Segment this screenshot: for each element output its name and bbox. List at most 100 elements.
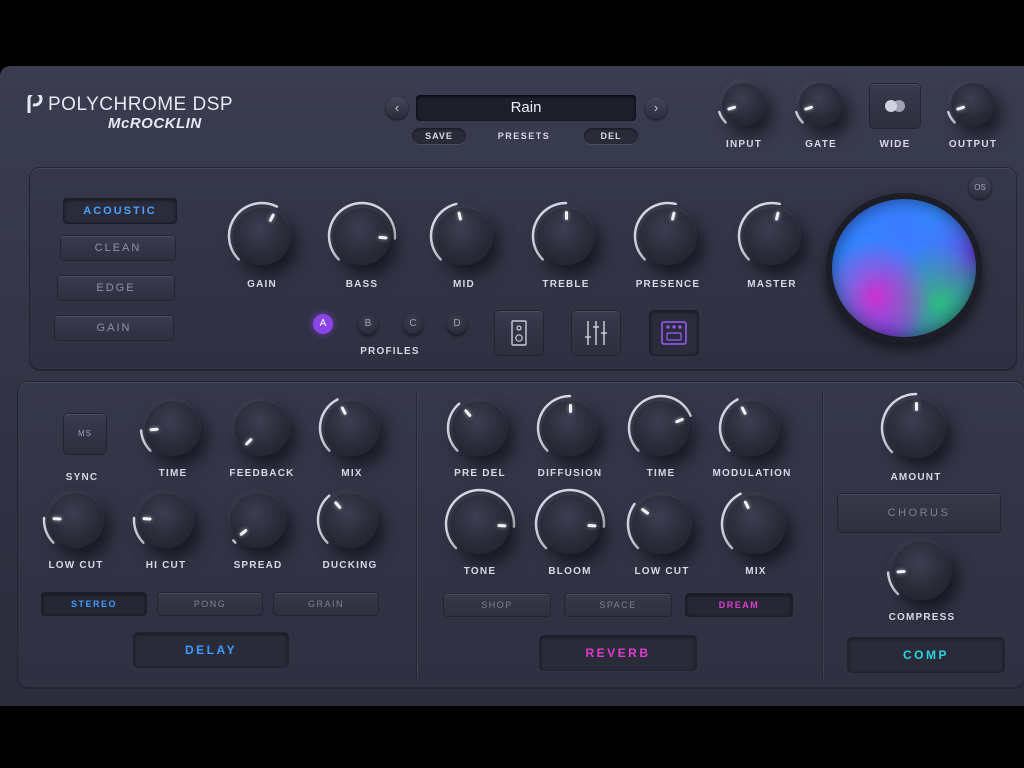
- stereo-wide-icon-2: [893, 100, 905, 112]
- reverb-tone-pointer: [496, 523, 507, 528]
- amp-mode-clean[interactable]: CLEAN: [61, 236, 175, 260]
- eq-button[interactable]: [572, 311, 620, 355]
- amp-master-knob[interactable]: [743, 207, 801, 265]
- os-button[interactable]: OS: [969, 177, 991, 199]
- comp-amount-knob[interactable]: [886, 398, 946, 458]
- delay-mix-pointer: [339, 405, 347, 416]
- amp-treble-pointer: [564, 211, 568, 220]
- reverb-diffusion-knob[interactable]: [542, 400, 598, 456]
- profile-c[interactable]: C: [403, 314, 423, 334]
- reverb-pre-del-knob[interactable]: [452, 400, 508, 456]
- delay-time-knob[interactable]: [145, 400, 201, 456]
- profile-a[interactable]: A: [313, 314, 333, 334]
- delay-spread-label: SPREAD: [233, 560, 283, 571]
- sync-button[interactable]: MS: [64, 414, 106, 454]
- wide-label: WIDE: [879, 139, 911, 150]
- amp-mode-edge[interactable]: EDGE: [58, 276, 174, 300]
- delay-ducking-knob[interactable]: [322, 492, 378, 548]
- wide-button[interactable]: [870, 84, 920, 128]
- profile-b[interactable]: B: [358, 314, 378, 334]
- reverb-low-cut-pointer: [640, 507, 650, 516]
- reverb-bloom-pointer: [586, 523, 597, 528]
- output-knob[interactable]: [951, 82, 995, 126]
- amp-presence-pointer: [670, 211, 676, 221]
- comp-compress-label: COMPRESS: [888, 612, 956, 623]
- amp-mode-acoustic[interactable]: ACOUSTIC: [64, 199, 176, 223]
- comp-amount-label: AMOUNT: [890, 472, 942, 483]
- reverb-bloom-label: BLOOM: [548, 566, 592, 577]
- reverb-time-pointer: [674, 417, 684, 424]
- input-knob[interactable]: [722, 82, 766, 126]
- amp-bass-knob[interactable]: [333, 207, 391, 265]
- gate-label: GATE: [805, 139, 837, 150]
- delay-feedback-pointer: [243, 437, 253, 447]
- reverb-mix-pointer: [742, 500, 750, 510]
- reverb-diffusion-pointer: [568, 404, 572, 413]
- amp-treble-knob[interactable]: [537, 207, 595, 265]
- delay-mix-label: MIX: [341, 468, 363, 479]
- profiles-label: PROFILES: [360, 346, 420, 357]
- brand-logo: POLYCHROME DSP McROCKLIN: [26, 94, 233, 132]
- delay-low-cut-knob[interactable]: [48, 492, 104, 548]
- reverb-tone-knob[interactable]: [450, 494, 510, 554]
- delay-ducking-label: DUCKING: [322, 560, 378, 571]
- pedal-button[interactable]: [650, 311, 698, 355]
- reverb-bloom-knob[interactable]: [540, 494, 600, 554]
- amp-bass-label: BASS: [345, 279, 379, 290]
- reverb-mix-knob[interactable]: [726, 494, 786, 554]
- delay-feedback-knob[interactable]: [234, 400, 290, 456]
- reverb-modulation-knob[interactable]: [724, 400, 780, 456]
- del-button[interactable]: DEL: [584, 128, 638, 144]
- amp-mode-gain[interactable]: GAIN: [55, 316, 173, 340]
- delay-hi-cut-knob[interactable]: [138, 492, 194, 548]
- reverb-mode-space[interactable]: SPACE: [565, 594, 671, 616]
- profile-d[interactable]: D: [447, 314, 467, 334]
- reverb-low-cut-label: LOW CUT: [634, 566, 690, 577]
- cab-button[interactable]: [495, 311, 543, 355]
- tone-orb[interactable]: [826, 193, 982, 343]
- comp-amount-pointer: [914, 402, 918, 411]
- save-button[interactable]: SAVE: [412, 128, 466, 144]
- comp-compress-knob[interactable]: [892, 540, 952, 600]
- reverb-tone-label: TONE: [463, 566, 497, 577]
- reverb-mode-shop[interactable]: SHOP: [444, 594, 550, 616]
- delay-mode-pong[interactable]: PONG: [158, 593, 262, 615]
- reverb-title-button[interactable]: REVERB: [540, 636, 696, 670]
- delay-feedback-label: FEEDBACK: [229, 468, 295, 479]
- reverb-low-cut-knob[interactable]: [632, 494, 692, 554]
- amp-master-pointer: [774, 211, 780, 221]
- delay-hi-cut-label: HI CUT: [145, 560, 187, 571]
- delay-title-button[interactable]: DELAY: [134, 633, 288, 667]
- delay-spread-knob[interactable]: [230, 492, 286, 548]
- amp-treble-label: TREBLE: [542, 279, 590, 290]
- amp-gain-pointer: [267, 213, 275, 223]
- output-label: OUTPUT: [948, 139, 998, 150]
- reverb-time-knob[interactable]: [633, 400, 689, 456]
- delay-reverb-divider: [416, 392, 417, 678]
- reverb-mode-dream[interactable]: DREAM: [686, 594, 792, 616]
- prev-preset-button[interactable]: ‹: [386, 97, 408, 119]
- comp-title-button[interactable]: COMP: [848, 638, 1004, 672]
- comp-compress-pointer: [895, 569, 906, 574]
- reverb-diffusion-label: DIFFUSION: [537, 468, 603, 479]
- next-preset-button[interactable]: ›: [645, 97, 667, 119]
- input-label: INPUT: [726, 139, 762, 150]
- delay-mode-grain[interactable]: GRAIN: [274, 593, 378, 615]
- delay-low-cut-pointer: [51, 516, 62, 521]
- delay-mode-stereo[interactable]: STEREO: [42, 593, 146, 615]
- eq-sliders-icon: [585, 321, 607, 345]
- brand-sub: McROCKLIN: [108, 115, 202, 132]
- amp-presence-knob[interactable]: [639, 207, 697, 265]
- amp-gain-knob[interactable]: [233, 207, 291, 265]
- preset-display[interactable]: Rain: [416, 95, 636, 121]
- gate-knob[interactable]: [799, 82, 843, 126]
- presets-label: PRESETS: [497, 131, 551, 141]
- delay-spread-pointer: [238, 528, 248, 537]
- delay-mix-knob[interactable]: [324, 400, 380, 456]
- reverb-pre-del-label: PRE DEL: [454, 468, 506, 479]
- output-pointer: [955, 105, 965, 111]
- tone-orb-surface[interactable]: [832, 199, 976, 337]
- amp-mid-knob[interactable]: [435, 207, 493, 265]
- delay-ducking-pointer: [333, 500, 342, 510]
- chorus-button[interactable]: CHORUS: [838, 494, 1000, 532]
